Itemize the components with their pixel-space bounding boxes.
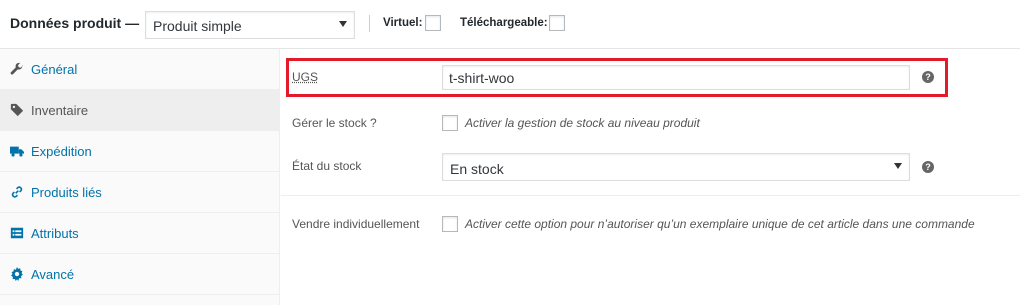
product-type-select[interactable]: Produit simple xyxy=(145,11,355,39)
wrench-icon xyxy=(10,62,23,75)
tab-label: Inventaire xyxy=(31,103,89,118)
chevron-down-icon xyxy=(339,21,347,27)
tab-label: Produits liés xyxy=(31,185,102,200)
chevron-down-icon xyxy=(894,163,902,169)
section-divider xyxy=(281,195,1020,196)
gear-icon xyxy=(11,267,23,281)
virtual-label: Virtuel: xyxy=(383,17,423,29)
sku-label: UGS xyxy=(292,70,319,84)
inventory-panel: UGS t-shirt-woo ? Gérer le stock ? Activ… xyxy=(281,49,1020,305)
help-icon[interactable]: ? xyxy=(922,71,934,83)
panel-title: Données produit — xyxy=(10,15,140,31)
link-icon xyxy=(11,186,23,198)
product-type-value: Produit simple xyxy=(153,18,242,34)
downloadable-label: Téléchargeable: xyxy=(460,17,548,29)
tab-inventory[interactable]: Inventaire xyxy=(0,90,279,131)
manage-stock-label: Gérer le stock ? xyxy=(292,116,377,130)
manage-stock-checkbox[interactable] xyxy=(442,115,458,131)
tab-label: Attributs xyxy=(31,226,79,241)
virtual-checkbox[interactable] xyxy=(425,15,441,31)
tab-advanced[interactable]: Avancé xyxy=(0,254,279,295)
tab-shipping[interactable]: Expédition xyxy=(0,131,279,172)
tab-general[interactable]: Général xyxy=(0,49,279,90)
tab-label: Avancé xyxy=(31,267,75,282)
header-divider xyxy=(369,15,370,32)
stock-status-select[interactable]: En stock xyxy=(442,153,910,181)
downloadable-checkbox[interactable] xyxy=(549,15,565,31)
sold-individually-label: Vendre individuellement xyxy=(292,217,420,231)
panel-header: Données produit — Produit simple Virtuel… xyxy=(0,0,1020,49)
product-data-tabs: Général Inventaire Expédition Produits l… xyxy=(0,49,280,305)
sold-individually-checkbox[interactable] xyxy=(442,216,458,232)
manage-stock-description: Activer la gestion de stock au niveau pr… xyxy=(465,116,700,130)
truck-icon xyxy=(10,146,24,157)
tab-label: Général xyxy=(31,62,78,77)
sold-individually-description: Activer cette option pour n’autoriser qu… xyxy=(465,217,975,231)
tab-attributes[interactable]: Attributs xyxy=(0,213,279,254)
tab-linked-products[interactable]: Produits liés xyxy=(0,172,279,213)
list-icon xyxy=(10,227,24,239)
stock-status-value: En stock xyxy=(450,161,504,177)
sku-input[interactable]: t-shirt-woo xyxy=(442,65,910,90)
tag-icon xyxy=(10,103,24,117)
tab-label: Expédition xyxy=(31,144,92,159)
sku-value: t-shirt-woo xyxy=(449,70,515,86)
product-data-panel: Données produit — Produit simple Virtuel… xyxy=(0,0,1020,305)
stock-status-label: État du stock xyxy=(292,159,362,173)
help-icon[interactable]: ? xyxy=(922,161,934,173)
